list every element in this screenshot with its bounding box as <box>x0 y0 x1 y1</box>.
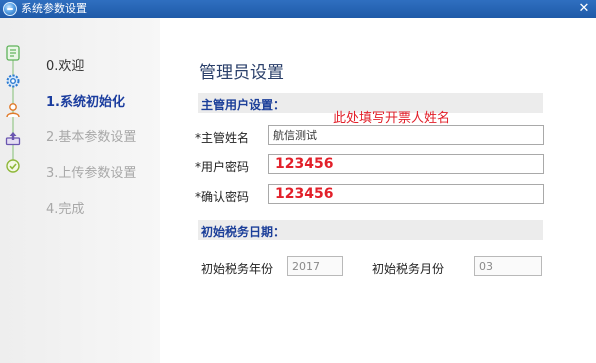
step-system-init[interactable]: 1.系统初始化 <box>46 91 125 110</box>
user-icon <box>6 103 20 118</box>
gear-icon <box>6 74 20 88</box>
password-input[interactable] <box>268 154 544 174</box>
step-welcome[interactable]: 0.欢迎 <box>46 55 84 74</box>
steps-sidebar: 0.欢迎 1.系统初始化 2.基本参数设置 3.上传参数设置 4.完成 <box>0 18 160 363</box>
app-logo-icon <box>3 2 17 16</box>
tax-year-input[interactable] <box>287 256 343 276</box>
title-bar: 系统参数设置 ✕ <box>0 0 596 18</box>
confirm-password-label: *确认密码 <box>195 190 250 204</box>
step-upload-params[interactable]: 3.上传参数设置 <box>46 162 136 181</box>
tax-month-label: 初始税务月份 <box>372 262 445 276</box>
tax-date-section-header: 初始税务日期： <box>198 220 543 240</box>
tax-month-input[interactable] <box>474 256 542 276</box>
document-icon <box>6 45 20 61</box>
password-label: *用户密码 <box>195 160 250 174</box>
admin-section-title: 主管用户设置： <box>201 98 286 112</box>
step-basic-params[interactable]: 2.基本参数设置 <box>46 126 136 145</box>
confirm-password-input[interactable] <box>268 184 544 204</box>
admin-name-input[interactable] <box>268 125 544 145</box>
window-title: 系统参数设置 <box>21 2 87 15</box>
tax-date-section-title: 初始税务日期： <box>201 225 286 239</box>
page-title: 管理员设置 <box>199 63 284 83</box>
main-panel: 管理员设置 主管用户设置： *主管姓名 *用户密码 *确认密码 初始税务日期： … <box>160 18 596 363</box>
admin-section-header: 主管用户设置： <box>198 93 543 113</box>
close-button[interactable]: ✕ <box>576 1 592 17</box>
admin-name-label: *主管姓名 <box>195 131 250 145</box>
upload-icon <box>5 132 21 146</box>
step-finish[interactable]: 4.完成 <box>46 198 84 217</box>
check-icon <box>6 159 20 173</box>
tax-year-label: 初始税务年份 <box>201 262 274 276</box>
